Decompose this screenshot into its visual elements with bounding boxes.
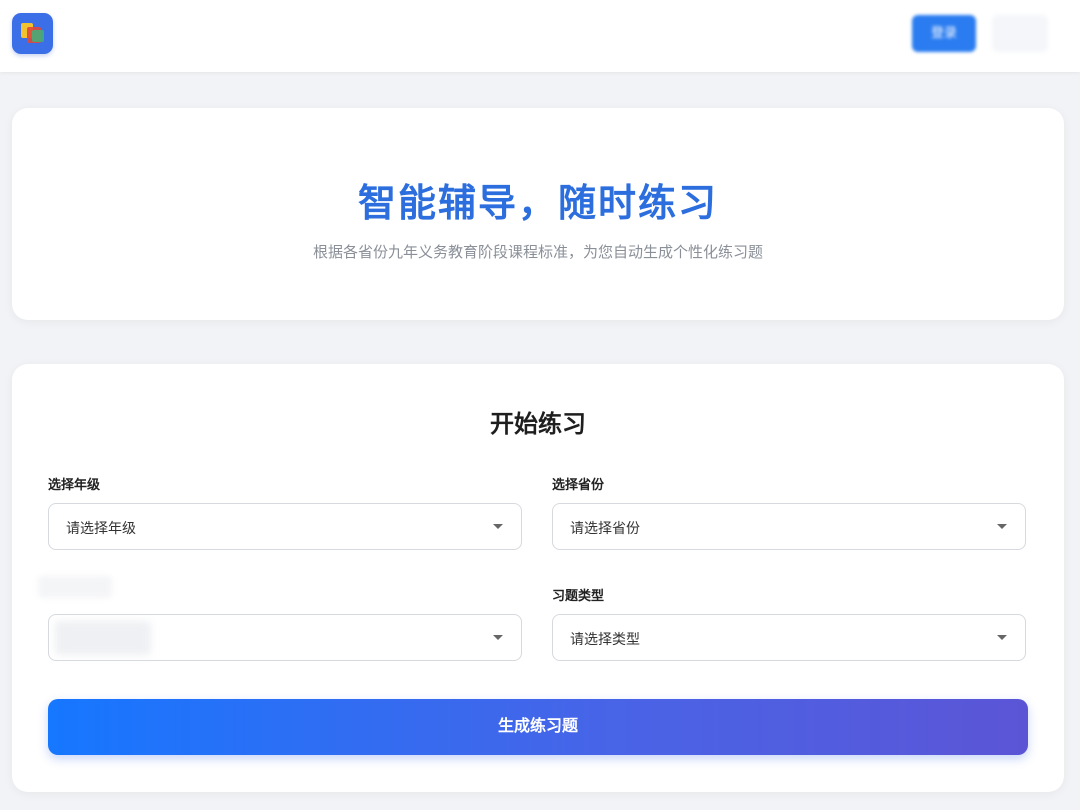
chevron-down-icon: [997, 524, 1007, 529]
type-select-value: 请选择类型: [570, 632, 640, 648]
chevron-down-icon: [493, 635, 503, 640]
chevron-down-icon: [493, 524, 503, 529]
redacted-select-value: [55, 621, 151, 655]
grade-select-value: 请选择年级: [66, 521, 136, 537]
redacted-select[interactable]: [48, 614, 522, 661]
hero-title: 智能辅导，随时练习: [357, 181, 718, 225]
practice-form-card: 开始练习 选择年级 请选择年级 选择省份 请选择省份 习题类型 请选择类型 生成…: [12, 364, 1064, 792]
form-title: 开始练习: [490, 410, 586, 438]
grade-label: 选择年级: [48, 478, 101, 493]
app-logo-icon[interactable]: [12, 13, 53, 54]
generate-exercises-button[interactable]: 生成练习题: [48, 699, 1028, 755]
secondary-header-button[interactable]: [992, 15, 1048, 52]
hero-card: 智能辅导，随时练习 根据各省份九年义务教育阶段课程标准，为您自动生成个性化练习题: [12, 108, 1064, 320]
hero-subtitle: 根据各省份九年义务教育阶段课程标准，为您自动生成个性化练习题: [312, 243, 763, 261]
type-label: 习题类型: [552, 589, 605, 604]
grade-select[interactable]: 请选择年级: [48, 503, 522, 550]
type-select[interactable]: 请选择类型: [552, 614, 1026, 661]
province-label: 选择省份: [552, 478, 605, 493]
province-select[interactable]: 请选择省份: [552, 503, 1026, 550]
top-header: 登录: [0, 0, 1080, 72]
redacted-field-label: [38, 576, 112, 598]
province-select-value: 请选择省份: [570, 521, 640, 537]
chevron-down-icon: [997, 635, 1007, 640]
login-button[interactable]: 登录: [912, 15, 976, 52]
